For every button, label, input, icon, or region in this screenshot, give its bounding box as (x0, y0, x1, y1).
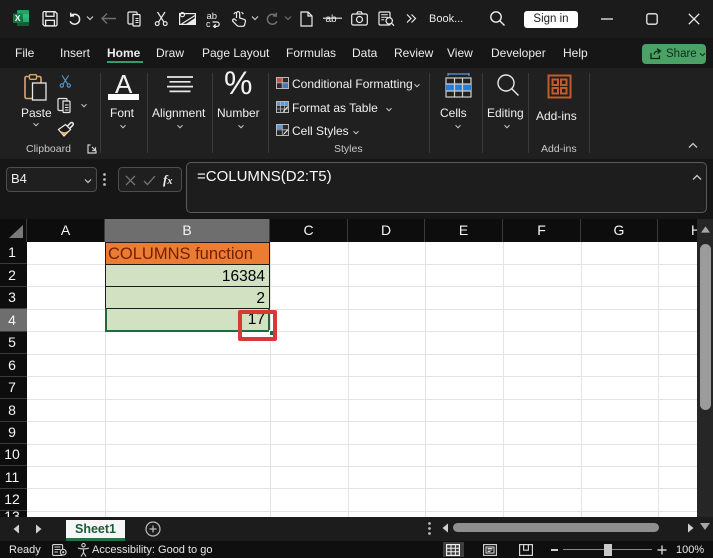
svg-text:ab: ab (326, 14, 338, 25)
svg-text:X: X (15, 13, 21, 23)
svg-text:c: c (206, 19, 211, 28)
